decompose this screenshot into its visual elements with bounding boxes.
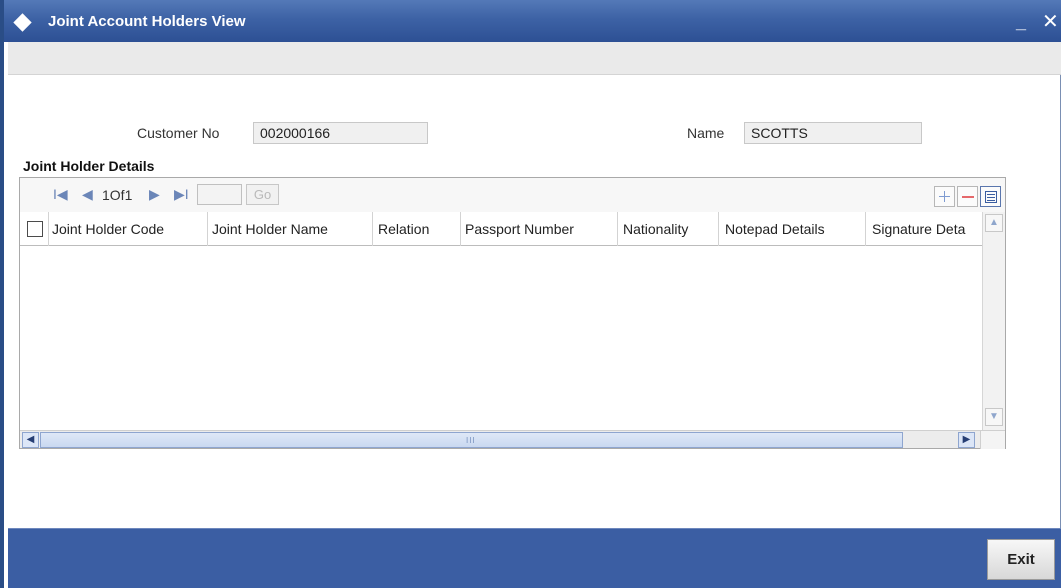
column-header-joint-holder-code[interactable]: Joint Holder Code xyxy=(49,212,208,246)
title-bar: Joint Account Holders View _ ✕ xyxy=(4,0,1061,42)
scroll-left-icon[interactable]: ◀ xyxy=(22,432,39,448)
last-page-icon[interactable]: ▶I xyxy=(174,186,189,203)
page-number-input[interactable] xyxy=(197,184,242,205)
add-row-button[interactable] xyxy=(934,186,955,207)
column-header-nationality[interactable]: Nationality xyxy=(618,212,719,246)
footer-bar xyxy=(8,528,1061,588)
app-diamond-icon xyxy=(13,13,32,32)
window-frame: Joint Account Holders View _ ✕ Customer … xyxy=(0,0,1061,588)
joint-holder-grid: I◀ ◀ 1Of1 ▶ ▶I Go Joint Holder Code Join… xyxy=(19,177,1006,449)
exit-button[interactable]: Exit xyxy=(987,539,1055,580)
column-header-relation[interactable]: Relation xyxy=(373,212,461,246)
name-label: Name xyxy=(687,125,725,141)
toolbar-strip xyxy=(8,42,1061,75)
grid-navigation-bar: I◀ ◀ 1Of1 ▶ ▶I Go xyxy=(20,178,1005,212)
minus-icon xyxy=(962,196,974,198)
grid-header-row: Joint Holder Code Joint Holder Name Rela… xyxy=(20,212,988,246)
page-info: 1Of1 xyxy=(102,187,133,203)
horizontal-scrollbar[interactable]: ◀ III ▶ xyxy=(20,430,1005,449)
customer-no-label: Customer No xyxy=(137,125,220,141)
close-button[interactable]: ✕ xyxy=(1042,9,1059,34)
select-column-header xyxy=(20,212,49,246)
column-header-joint-holder-name[interactable]: Joint Holder Name xyxy=(208,212,373,246)
scroll-down-icon[interactable]: ▼ xyxy=(985,408,1003,426)
scroll-right-icon[interactable]: ▶ xyxy=(958,432,975,448)
go-button[interactable]: Go xyxy=(246,184,279,205)
vertical-scrollbar[interactable]: ▲ ▼ xyxy=(982,212,1005,430)
scrollbar-corner xyxy=(980,431,1005,449)
name-field[interactable]: SCOTTS xyxy=(744,122,922,144)
single-view-button[interactable] xyxy=(980,186,1001,207)
window-title: Joint Account Holders View xyxy=(48,13,246,30)
select-all-checkbox[interactable] xyxy=(27,221,43,237)
delete-row-button[interactable] xyxy=(957,186,978,207)
scroll-up-icon[interactable]: ▲ xyxy=(985,214,1003,232)
column-header-notepad-details[interactable]: Notepad Details xyxy=(719,212,866,246)
section-title: Joint Holder Details xyxy=(23,158,155,174)
first-page-icon[interactable]: I◀ xyxy=(53,186,68,203)
column-header-passport-number[interactable]: Passport Number xyxy=(461,212,618,246)
single-record-view-icon xyxy=(985,191,997,203)
scroll-grip: III xyxy=(466,436,476,445)
customer-no-field[interactable]: 002000166 xyxy=(253,122,428,144)
minimize-button[interactable]: _ xyxy=(1016,12,1026,33)
previous-page-icon[interactable]: ◀ xyxy=(82,186,93,203)
next-page-icon[interactable]: ▶ xyxy=(149,186,160,203)
horizontal-scroll-thumb[interactable]: III xyxy=(40,432,903,448)
column-header-signature-details[interactable]: Signature Deta xyxy=(866,212,982,246)
